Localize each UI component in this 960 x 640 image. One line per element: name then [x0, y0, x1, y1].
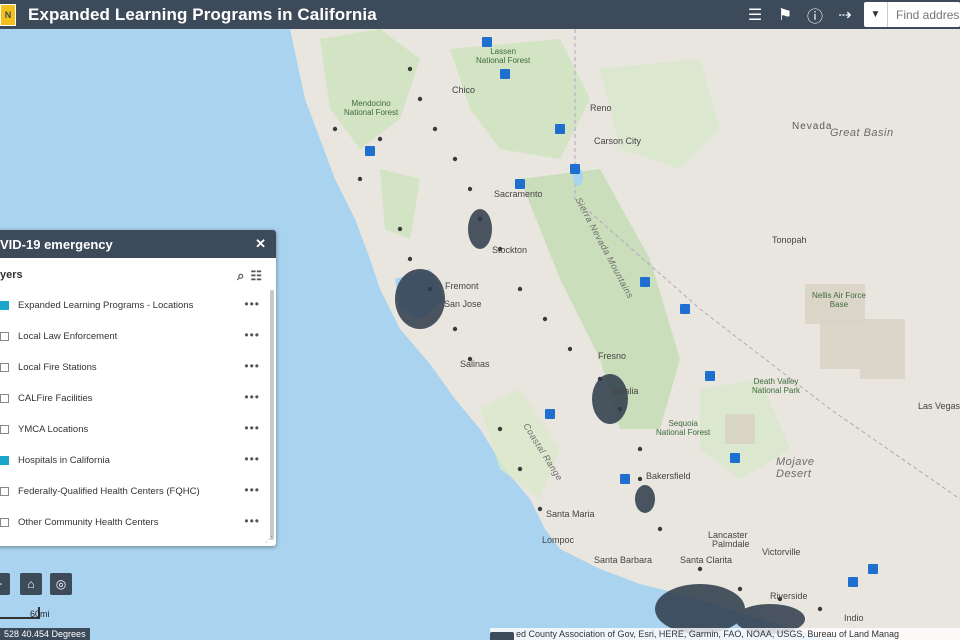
place-label: Lassen National Forest: [476, 47, 531, 65]
place-label: Salinas: [460, 359, 490, 369]
layer-label: CALFire Facilities: [18, 393, 93, 404]
place-label: Visalia: [612, 386, 639, 396]
place-label: Fremont: [445, 281, 479, 291]
map-attribution: ed County Association of Gov, Esri, HERE…: [490, 628, 960, 640]
more-options-icon[interactable]: •••: [244, 422, 260, 434]
place-label: Mendocino National Forest: [344, 99, 399, 117]
layer-checkbox[interactable]: [0, 518, 9, 527]
search-source-dropdown[interactable]: ▼: [864, 2, 888, 27]
attribution-toggle[interactable]: [490, 632, 514, 640]
layer-item[interactable]: Federally-Qualified Health Centers (FQHC…: [0, 476, 276, 507]
layer-label: Local Law Enforcement: [18, 331, 118, 342]
place-label: Sacramento: [494, 189, 543, 199]
place-label: Indio: [844, 613, 864, 623]
layer-item[interactable]: YMCA Locations •••: [0, 414, 276, 445]
search-input[interactable]: [888, 2, 960, 27]
legend-icon[interactable]: ⚑: [770, 0, 800, 29]
layer-checkbox[interactable]: [0, 456, 9, 465]
more-options-icon[interactable]: •••: [244, 391, 260, 403]
place-label: San Jose: [444, 299, 482, 309]
layer-list-panel: VID-19 emergency ✕ yers ⌕ ☷ Expanded Lea…: [0, 230, 276, 546]
layer-checkbox[interactable]: [0, 301, 9, 310]
place-label: Nellis Air Force Base: [812, 291, 866, 309]
place-label: Santa Barbara: [594, 555, 653, 565]
layer-item[interactable]: Hospitals in California •••: [0, 445, 276, 476]
more-options-icon[interactable]: •••: [244, 360, 260, 372]
share-icon[interactable]: ⇢: [830, 0, 860, 29]
layer-label: Expanded Learning Programs - Locations: [18, 300, 194, 311]
layer-list-icon[interactable]: ☰: [740, 0, 770, 29]
home-button[interactable]: ⌂: [20, 573, 42, 595]
place-label: Fresno: [598, 351, 627, 361]
more-options-icon[interactable]: •••: [244, 329, 260, 341]
place-label: Sequoia National Forest: [656, 419, 711, 437]
coordinate-readout: 528 40.454 Degrees: [0, 628, 90, 640]
zoom-out-button[interactable]: −: [0, 573, 10, 595]
header-toolbar: ☰ ⚑ ⓘ ⇢ ▼: [740, 0, 960, 29]
locate-icon: ◎: [55, 577, 67, 591]
more-options-icon[interactable]: •••: [244, 484, 260, 496]
panel-scrollbar[interactable]: [270, 290, 274, 540]
layer-checkbox[interactable]: [0, 425, 9, 434]
place-label: Lompoc: [542, 535, 575, 545]
layer-item[interactable]: Local Law Enforcement •••: [0, 321, 276, 352]
layer-checkbox[interactable]: [0, 394, 9, 403]
place-label: Mojave Desert: [776, 456, 815, 480]
layer-item[interactable]: Other Community Health Centers •••: [0, 507, 276, 538]
resize-handle-icon[interactable]: ⋰: [265, 535, 273, 544]
place-label: Nevada: [792, 121, 833, 132]
place-label: Reno: [590, 103, 612, 113]
close-icon[interactable]: ✕: [255, 236, 266, 252]
layer-item[interactable]: Local Fire Stations •••: [0, 352, 276, 383]
place-label: Carson City: [594, 136, 642, 146]
search-box: ▼: [864, 2, 960, 27]
locate-button[interactable]: ◎: [50, 573, 72, 595]
scale-label: 60mi: [30, 609, 50, 619]
place-label: Death Valley National Park: [752, 377, 801, 395]
more-options-icon[interactable]: •••: [244, 515, 260, 527]
place-label: Stockton: [492, 245, 528, 255]
place-label: Great Basin: [830, 127, 894, 139]
more-options-icon[interactable]: •••: [244, 298, 260, 310]
layer-label: YMCA Locations: [18, 424, 89, 435]
panel-header: VID-19 emergency ✕: [0, 230, 276, 258]
panel-subheader: yers ⌕ ☷: [0, 260, 276, 290]
place-label: Las Vegas: [918, 401, 960, 411]
layer-label: Other Community Health Centers: [18, 517, 159, 528]
place-label: Bakersfield: [646, 471, 691, 481]
info-icon[interactable]: ⓘ: [800, 0, 830, 29]
more-options-icon[interactable]: •••: [244, 453, 260, 465]
place-label: Santa Clarita: [680, 555, 733, 565]
layer-checkbox[interactable]: [0, 487, 9, 496]
layer-label: Hospitals in California: [18, 455, 110, 466]
app-title: Expanded Learning Programs in California: [28, 4, 377, 24]
place-label: Chico: [452, 85, 476, 95]
layer-label: Federally-Qualified Health Centers (FQHC…: [18, 486, 200, 497]
search-icon[interactable]: ⌕: [237, 268, 244, 284]
app-logo: N: [0, 3, 16, 26]
place-label: Riverside: [770, 591, 808, 601]
place-label: Palmdale: [712, 539, 750, 549]
place-label: Santa Maria: [546, 509, 595, 519]
layer-checkbox[interactable]: [0, 332, 9, 341]
layer-label: Local Fire Stations: [18, 362, 97, 373]
app-header: N Expanded Learning Programs in Californ…: [0, 0, 960, 29]
panel-subtitle: yers: [0, 269, 23, 281]
place-label: Victorville: [762, 547, 801, 557]
place-label: Tonopah: [772, 235, 807, 245]
home-icon: ⌂: [27, 577, 35, 591]
layer-item[interactable]: Expanded Learning Programs - Locations •…: [0, 290, 276, 321]
filter-icon[interactable]: ☷: [250, 268, 262, 284]
layer-item[interactable]: CALFire Facilities •••: [0, 383, 276, 414]
panel-title: VID-19 emergency: [0, 236, 113, 252]
layer-checkbox[interactable]: [0, 363, 9, 372]
